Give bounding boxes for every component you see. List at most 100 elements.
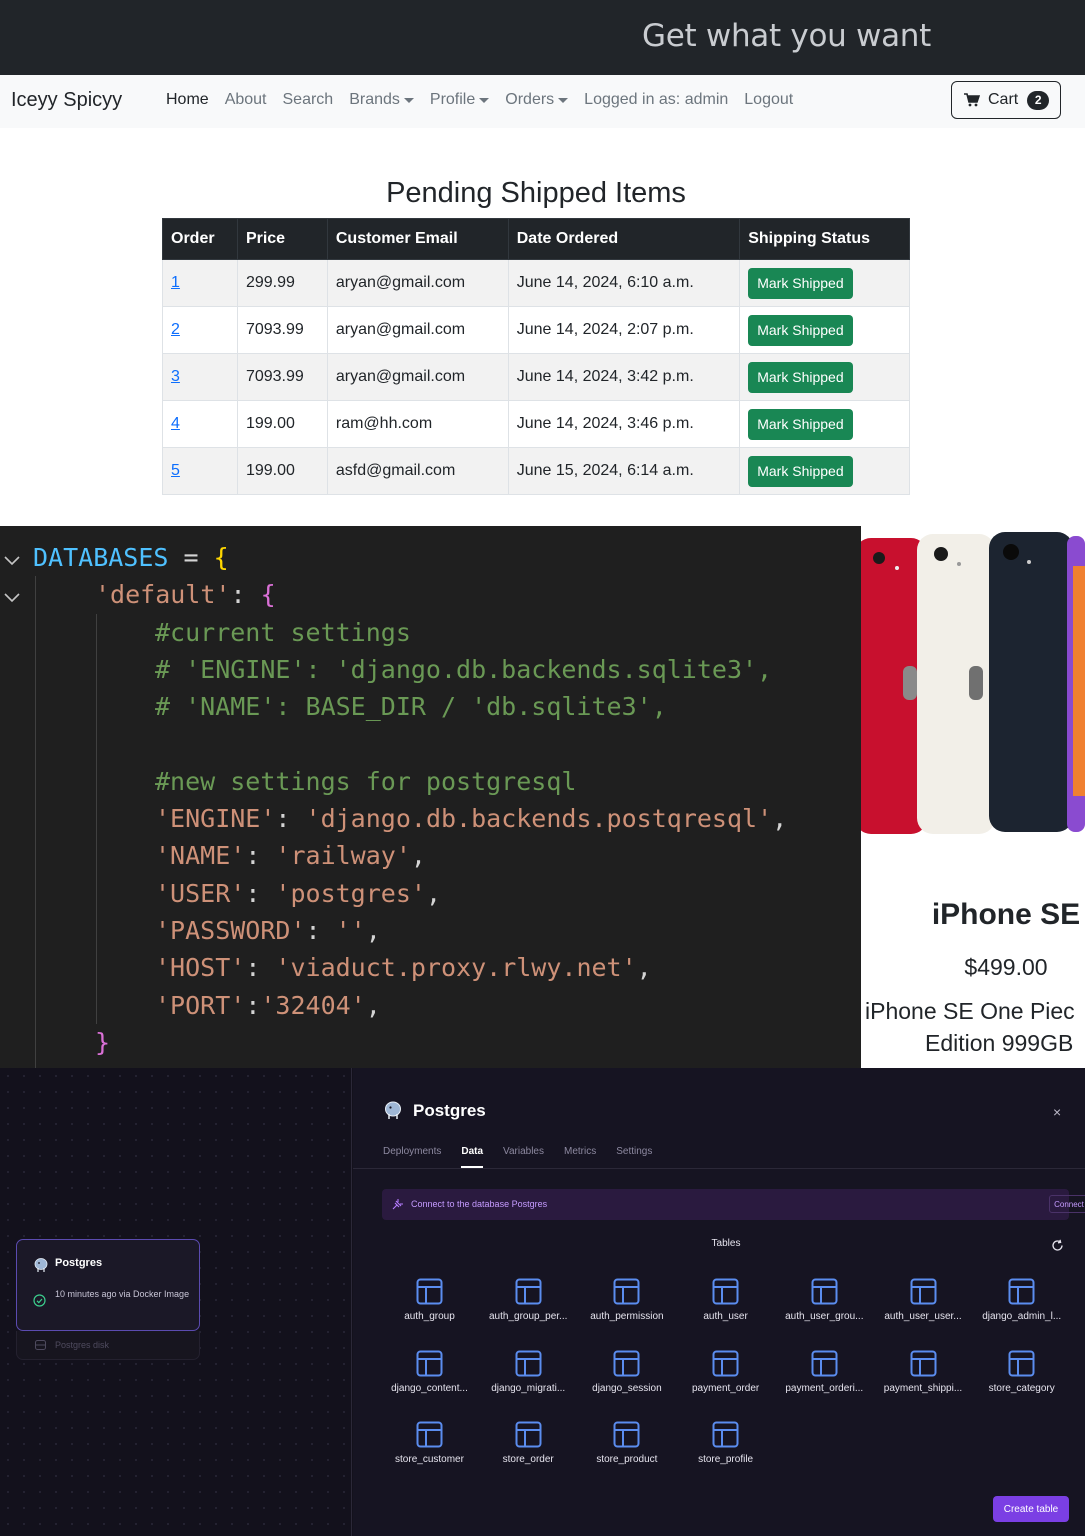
service-panel: Postgres × Deployments Data Variables Metri… [353,1068,1085,1536]
fold-chevron-icon[interactable] [3,589,21,607]
nav-link-profile[interactable]: Profile [430,91,490,109]
tab-deployments[interactable]: Deployments [383,1146,441,1168]
column-header: Order [162,218,238,260]
mark-shipped-button[interactable]: Mark Shipped [748,408,853,440]
table-icon [910,1278,936,1305]
code-line: 'PORT':'32404', [155,991,381,1027]
table-cell: June 15, 2024, 6:14 a.m. [507,447,741,495]
cart-button[interactable]: Cart 2 [951,81,1061,119]
mark-shipped-button[interactable]: Mark Shipped [748,361,853,393]
table-tile[interactable]: payment_order [676,1350,775,1394]
order-link[interactable]: 4 [171,415,180,432]
code-line: 'HOST': 'viaduct.proxy.rlwy.net', [155,953,652,989]
volume-row[interactable]: Postgres disk [16,1331,200,1360]
create-table-button[interactable]: Create table [993,1496,1069,1522]
service-name: Postgres [55,1257,103,1269]
table-icon [712,1350,739,1376]
order-link[interactable]: 5 [171,462,180,479]
refresh-icon[interactable] [1051,1239,1064,1252]
indent-guide [96,614,97,1024]
table-cell: 7093.99 [236,353,328,401]
mark-shipped-button[interactable]: Mark Shipped [748,314,853,346]
order-link[interactable]: 1 [171,274,180,291]
close-icon[interactable]: × [1053,1104,1061,1120]
phone-white [917,534,995,834]
connect-button[interactable]: Connect [1049,1195,1085,1213]
table-cell: Mark Shipped [739,400,910,448]
nav-link-orders[interactable]: Orders [505,91,569,109]
mark-shipped-button[interactable]: Mark Shipped [748,267,853,299]
product-card[interactable]: iPhone SE $499.00 iPhone SE One Piec Edi… [861,526,1085,1054]
nav-link-home[interactable]: Home [166,91,209,109]
caret-down-icon [558,97,569,103]
table-row: 2 7093.99 aryan@gmail.com June 14, 2024, 2:… [162,306,910,354]
tab-variables[interactable]: Variables [503,1146,544,1168]
tab-data[interactable]: Data [461,1146,484,1168]
table-cell: June 14, 2024, 2:07 p.m. [507,306,741,354]
nav-link-logged-in-as-admin[interactable]: Logged in as: admin [584,91,728,109]
table-tile[interactable]: auth_permission [577,1278,676,1322]
brand-logo[interactable]: Iceyy Spicyy [11,89,122,112]
order-link[interactable]: 3 [171,368,180,385]
order-date: June 14, 2024, 3:42 p.m. [516,368,694,385]
order-link[interactable]: 2 [171,321,180,338]
table-tile[interactable]: django_admin_l... [972,1278,1071,1322]
table-tile[interactable]: auth_user_user... [874,1278,973,1322]
order-email: aryan@gmail.com [335,368,466,385]
table-tile[interactable]: payment_orderi... [775,1350,874,1394]
tab-settings[interactable]: Settings [616,1146,652,1168]
table-tile[interactable]: django_session [577,1350,676,1394]
code-line: 'default': { [95,580,276,616]
code-token: { [213,543,229,572]
table-name: django_content... [391,1382,468,1394]
table-tile[interactable]: auth_group [380,1278,479,1322]
table-icon [712,1278,739,1305]
code-line: 'ENGINE': 'django.db.backends.postqresql… [155,804,787,840]
table-cell: Mark Shipped [739,353,910,401]
code-token: } [95,1027,111,1057]
table-cell: 4 [162,400,238,448]
table-cell: aryan@gmail.com [326,353,509,401]
check-circle-icon [33,1294,46,1307]
table-icon [515,1278,542,1305]
table-tile[interactable]: auth_user_grou... [775,1278,874,1322]
table-tile[interactable]: store_customer [380,1421,479,1465]
nav-link-about[interactable]: About [225,91,267,109]
mark-shipped-button[interactable]: Mark Shipped [748,455,853,487]
table-tile[interactable]: store_order [479,1421,578,1465]
project-canvas[interactable]: Postgres 10 minutes ago via Docker Image… [0,1068,352,1536]
table-tile[interactable]: payment_shippi... [874,1350,973,1394]
order-price: 7093.99 [245,321,304,338]
table-tile[interactable]: django_content... [380,1350,479,1394]
cart-count-badge: 2 [1027,90,1050,110]
product-description: iPhone SE One Piec [865,998,1075,1024]
table-tile[interactable]: store_category [972,1350,1071,1394]
table-tile[interactable]: store_product [577,1421,676,1465]
nav-link-search[interactable]: Search [283,91,334,109]
order-date: June 15, 2024, 6:14 a.m. [516,462,694,479]
table-icon [1008,1350,1035,1376]
table-icon [515,1350,542,1376]
page-title: Pending Shipped Items [386,177,686,209]
table-tile[interactable]: auth_user [676,1278,775,1322]
column-header: Date Ordered [507,218,741,260]
table-tile[interactable]: store_profile [676,1421,775,1465]
disk-icon [35,1340,46,1350]
service-card-postgres[interactable]: Postgres 10 minutes ago via Docker Image [16,1239,200,1331]
table-icon [613,1278,640,1305]
table-tile[interactable]: django_migrati... [479,1350,578,1394]
nav-link-logout[interactable]: Logout [744,91,793,109]
table-icon [416,1350,443,1376]
tab-metrics[interactable]: Metrics [564,1146,596,1168]
nav-link-label: Logged in as: admin [584,91,729,108]
indent-guide [35,576,36,1070]
code-token: , [772,804,788,834]
code-line: # 'NAME': BASE_DIR / 'db.sqlite3', [155,692,667,728]
code-token: #current settings [155,617,411,647]
table-tile[interactable]: auth_group_per... [479,1278,578,1322]
table-cell: 199.00 [236,447,328,495]
code-editor: DATABASES = {'default': {#current settin… [0,526,861,1070]
nav-link-brands[interactable]: Brands [349,91,414,109]
table-cell: Mark Shipped [739,447,910,495]
fold-chevron-icon[interactable] [3,552,21,570]
